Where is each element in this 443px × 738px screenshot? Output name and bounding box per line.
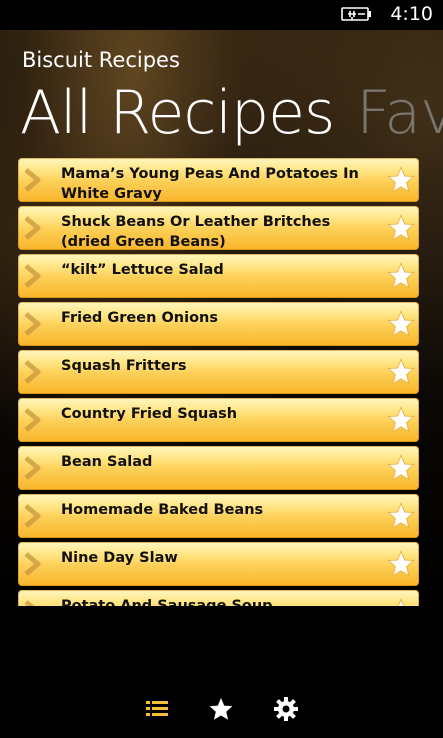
recipe-name: Fried Green Onions xyxy=(61,310,218,326)
chevron-right-icon xyxy=(24,504,41,528)
battery-charging-icon xyxy=(341,7,371,21)
recipe-name: Homemade Baked Beans xyxy=(61,502,264,518)
favorite-star-icon[interactable] xyxy=(387,502,415,530)
chevron-right-icon xyxy=(24,552,41,576)
favorite-star-icon[interactable] xyxy=(387,262,415,290)
status-bar: 4:10 xyxy=(0,0,443,30)
recipe-name: Potato And Sausage Soup xyxy=(61,598,273,606)
chevron-right-icon xyxy=(24,168,41,192)
chevron-right-icon xyxy=(24,360,41,384)
favorite-star-icon[interactable] xyxy=(387,214,415,242)
recipe-name: Shuck Beans Or Leather Britches (dried G… xyxy=(61,214,331,250)
favorite-star-icon[interactable] xyxy=(387,550,415,578)
pivot-favorites[interactable]: Fave xyxy=(356,78,443,148)
recipe-list-item[interactable]: “kilt” Lettuce Salad xyxy=(18,254,419,298)
favorite-star-icon[interactable] xyxy=(387,454,415,482)
recipe-name: Nine Day Slaw xyxy=(61,550,178,566)
recipe-name: Country Fried Squash xyxy=(61,406,238,422)
favorite-star-icon[interactable] xyxy=(387,358,415,386)
recipe-name: Squash Fritters xyxy=(61,358,187,374)
recipe-name: Bean Salad xyxy=(61,454,153,470)
recipe-list-item[interactable]: Squash Fritters xyxy=(18,350,419,394)
recipe-list-item[interactable]: Fried Green Onions xyxy=(18,302,419,346)
status-clock: 4:10 xyxy=(390,3,433,25)
favorites-star-icon[interactable] xyxy=(208,696,234,722)
chevron-right-icon xyxy=(24,264,41,288)
chevron-right-icon xyxy=(24,312,41,336)
app-bar xyxy=(0,680,443,738)
chevron-right-icon xyxy=(24,408,41,432)
recipe-name: “kilt” Lettuce Salad xyxy=(61,262,224,278)
favorite-star-icon[interactable] xyxy=(387,406,415,434)
settings-icon[interactable] xyxy=(273,696,299,722)
screen: 4:10 Biscuit Recipes All Recipes Fave Mam… xyxy=(0,0,443,738)
recipe-list-item[interactable]: Country Fried Squash xyxy=(18,398,419,442)
pivot-all-recipes[interactable]: All Recipes xyxy=(20,78,335,148)
pivot-header: All Recipes Fave xyxy=(20,78,443,148)
recipe-list-item[interactable]: Homemade Baked Beans xyxy=(18,494,419,538)
chevron-right-icon xyxy=(24,600,35,606)
recipe-list-item[interactable]: Bean Salad xyxy=(18,446,419,490)
recipe-list-item[interactable]: Shuck Beans Or Leather Britches (dried G… xyxy=(18,206,419,250)
recipe-list[interactable]: Mama’s Young Peas And Potatoes In White … xyxy=(0,156,443,606)
recipe-list-item[interactable]: Mama’s Young Peas And Potatoes In White … xyxy=(18,158,419,202)
favorite-star-icon[interactable] xyxy=(387,166,415,194)
favorite-star-icon[interactable] xyxy=(387,310,415,338)
list-icon[interactable] xyxy=(144,696,170,722)
recipe-name: Mama’s Young Peas And Potatoes In White … xyxy=(61,166,359,202)
favorite-star-icon[interactable] xyxy=(387,598,415,606)
recipe-list-item[interactable]: Potato And Sausage Soup xyxy=(18,590,419,606)
chevron-right-icon xyxy=(24,216,41,240)
recipe-list-item[interactable]: Nine Day Slaw xyxy=(18,542,419,586)
chevron-right-icon xyxy=(24,456,41,480)
app-title: Biscuit Recipes xyxy=(22,48,180,72)
